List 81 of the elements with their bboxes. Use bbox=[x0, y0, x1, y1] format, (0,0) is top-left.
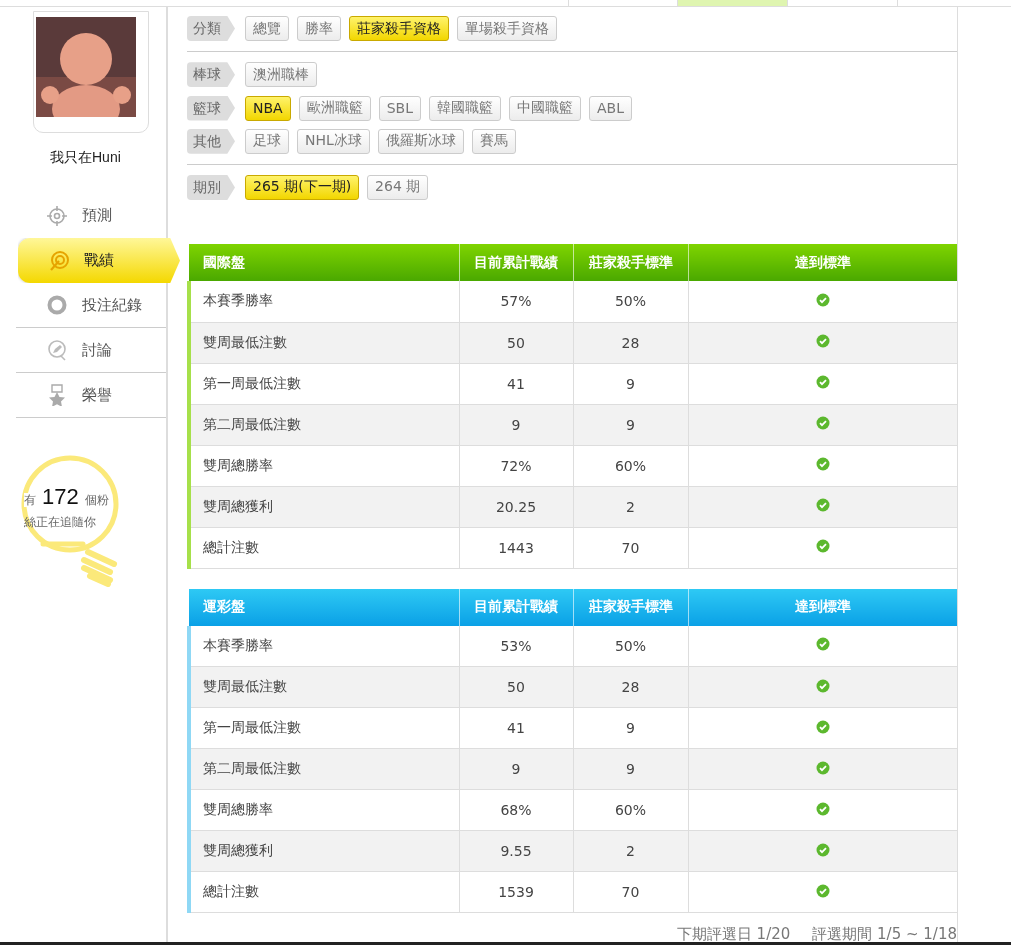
table-cell: 雙周最低注數 bbox=[189, 322, 459, 363]
column-header: 運彩盤 bbox=[189, 588, 459, 626]
filter-chip[interactable]: 265 期(下一期) bbox=[245, 174, 360, 200]
table-cell: 60% bbox=[573, 789, 688, 831]
menu-item[interactable]: 討論 bbox=[16, 328, 166, 373]
table-cell: 雙周最低注數 bbox=[189, 666, 459, 708]
menu-item[interactable]: 戰績 bbox=[18, 238, 180, 283]
table-cell: 第二周最低注數 bbox=[189, 748, 459, 790]
filter-chip[interactable]: ABL bbox=[588, 95, 632, 121]
filter-chip[interactable]: 總覽 bbox=[245, 16, 289, 42]
filter-chip[interactable]: 勝率 bbox=[297, 16, 341, 42]
table-cell: 50 bbox=[459, 322, 573, 363]
filter-chip[interactable]: 264 期 bbox=[367, 174, 429, 200]
filter-chip[interactable]: 莊家殺手資格 bbox=[349, 16, 449, 42]
menu-item[interactable]: 榮譽 bbox=[16, 373, 166, 418]
follower-label: 有 bbox=[24, 493, 36, 507]
column-header: 國際盤 bbox=[189, 244, 459, 281]
filter-chip[interactable]: 賽馬 bbox=[471, 128, 516, 154]
filter-label: 棒球 bbox=[187, 62, 235, 88]
table-cell: 41 bbox=[459, 707, 573, 749]
column-header: 莊家殺手標準 bbox=[573, 588, 688, 626]
column-header: 目前累計戰績 bbox=[459, 244, 573, 281]
table-cell: 雙周總獲利 bbox=[189, 830, 459, 872]
table-cell: 2 bbox=[573, 830, 688, 872]
table-cell: 68% bbox=[459, 789, 573, 831]
filter-label: 其他 bbox=[187, 128, 235, 154]
top-tab[interactable] bbox=[677, 0, 788, 6]
menu-item[interactable]: 投注紀錄 bbox=[16, 283, 166, 328]
table-cell: 9 bbox=[573, 404, 688, 445]
filter-chip[interactable]: SBL bbox=[378, 95, 421, 121]
table-cell: 50% bbox=[573, 625, 688, 667]
table-cell: 72% bbox=[459, 445, 573, 486]
table-cell: 28 bbox=[573, 322, 688, 363]
user-name: 我只在Huni bbox=[50, 149, 122, 167]
table-cell: 9 bbox=[459, 404, 573, 445]
table-cell: 41 bbox=[459, 363, 573, 404]
target-icon bbox=[48, 249, 70, 272]
follower-label: 個粉 bbox=[84, 493, 109, 507]
filter-chip[interactable]: 韓國職籃 bbox=[428, 95, 501, 121]
table-cell: 57% bbox=[459, 281, 573, 322]
filter-chip[interactable]: 足球 bbox=[245, 128, 289, 154]
table-cell: 53% bbox=[459, 625, 573, 667]
filter-chip[interactable]: 中國職籃 bbox=[508, 95, 581, 121]
filter-chip[interactable]: 歐洲職籃 bbox=[298, 95, 371, 121]
filter-label: 分類 bbox=[187, 16, 235, 42]
chat-bubble-icon bbox=[46, 339, 68, 361]
filter-chip[interactable]: 澳洲職棒 bbox=[245, 62, 317, 88]
period-text: 評選期間 1/5 ~ 1/18 bbox=[812, 925, 957, 944]
table-cell: 70 bbox=[573, 871, 688, 913]
column-header: 莊家殺手標準 bbox=[573, 244, 688, 281]
menu-item[interactable]: 預測 bbox=[16, 193, 166, 238]
ring-icon bbox=[46, 294, 68, 316]
table-cell: 1539 bbox=[459, 871, 573, 913]
table-cell: 1443 bbox=[459, 527, 573, 568]
table-cell: 9 bbox=[573, 707, 688, 749]
table-cell: 總計注數 bbox=[189, 527, 459, 568]
table-cell: 60% bbox=[573, 445, 688, 486]
filter-label: 籃球 bbox=[187, 95, 235, 121]
column-header: 達到標準 bbox=[688, 588, 957, 626]
table-cell: 2 bbox=[573, 486, 688, 527]
table-cell: 9 bbox=[459, 748, 573, 790]
crosshair-icon bbox=[46, 204, 68, 227]
table-cell: 雙周總獲利 bbox=[189, 486, 459, 527]
table-cell: 50% bbox=[573, 281, 688, 322]
filter-chip[interactable]: 單場殺手資格 bbox=[457, 16, 557, 42]
table-cell: 20.25 bbox=[459, 486, 573, 527]
filter-chip[interactable]: NHL冰球 bbox=[297, 128, 370, 154]
column-header: 目前累計戰績 bbox=[459, 588, 573, 626]
column-header: 達到標準 bbox=[688, 244, 957, 281]
table-cell: 70 bbox=[573, 527, 688, 568]
filter-chip[interactable]: 俄羅斯冰球 bbox=[377, 128, 464, 154]
table-cell: 9 bbox=[573, 748, 688, 790]
table-cell: 9 bbox=[573, 363, 688, 404]
next-date-text: 下期評選日 1/20 bbox=[676, 925, 791, 944]
table-cell: 28 bbox=[573, 666, 688, 708]
filter-chip[interactable]: NBA bbox=[245, 95, 291, 121]
table-cell: 9.55 bbox=[459, 830, 573, 872]
table-cell: 總計注數 bbox=[189, 871, 459, 913]
filter-label: 期別 bbox=[187, 174, 235, 200]
table-cell: 第二周最低注數 bbox=[189, 404, 459, 445]
table-cell: 50 bbox=[459, 666, 573, 708]
